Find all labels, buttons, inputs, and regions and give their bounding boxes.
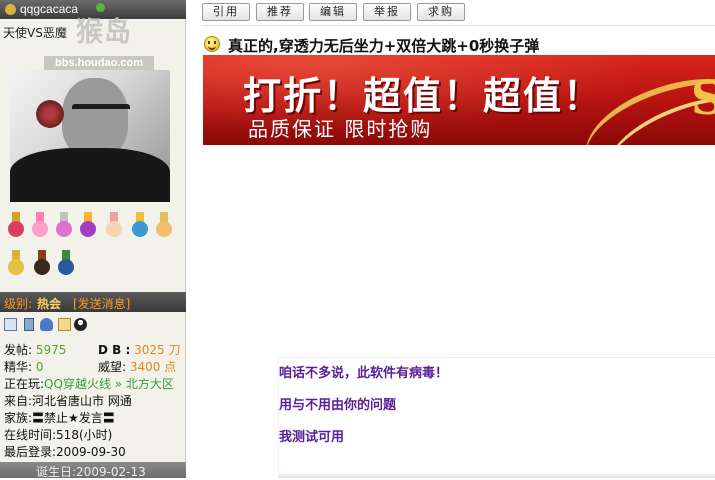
rank-value: 热会 [37,297,62,311]
location-stat: 来自:河北省唐山市 网通 [4,394,132,408]
post-title: 真正的,穿透力无后坐力+双倍大跳+0秒换子弹 [228,37,540,55]
medal-icon[interactable] [104,212,124,238]
birthday-bar: 诞生日:2009-02-13 [0,462,186,479]
post-content-edge [278,472,715,478]
user-profile-panel: qqgcacaca 猴岛 bbs.houdao.com 天使VS恶魔 级别: 热… [0,0,186,479]
playing-stat: 正在玩:QQ穿越火线 » 北方大区 [4,377,174,391]
medal-icon[interactable] [30,212,50,238]
phone-icon[interactable] [24,318,34,331]
edit-button[interactable]: 编辑 [309,3,357,21]
report-button[interactable]: 举报 [363,3,411,21]
medal-icon[interactable] [6,250,26,276]
rank-label: 级别: [4,297,33,311]
birthday: 诞生日:2009-02-13 [36,465,146,479]
db-stat: D B : 3025 刀 [98,343,181,357]
watermark-url: bbs.houdao.com [44,56,154,71]
content-line: 用与不用由你的问题 [279,398,397,413]
user-nickname: 天使VS恶魔 [3,26,67,40]
prestige-stat: 威望: 3400 点 [98,360,177,374]
send-message-link[interactable]: [发送消息] [73,295,130,312]
posts-stat: 发帖: 5975 [4,343,67,357]
medal-icon[interactable] [32,250,52,276]
profile-card-icon[interactable] [4,318,17,331]
qq-icon[interactable] [74,318,87,331]
medal-icon[interactable] [54,212,74,238]
banner-subline: 品质保证 限时抢购 [248,117,433,141]
content-line: 我测试可用 [279,430,345,445]
elite-stat: 精华: 0 [4,360,44,374]
banner-headline: 打折！超值！超值！ [243,74,604,118]
watermark-logo: 猴岛 [76,17,132,48]
playing-game-link[interactable]: QQ穿越火线 » 北方大区 [44,377,174,391]
medal-icon[interactable] [56,250,76,276]
medal-icon[interactable] [154,212,174,238]
quote-button[interactable]: 引用 [202,3,250,21]
online-status-icon [5,4,16,15]
medal-icon[interactable] [130,212,150,238]
email-icon[interactable] [58,318,71,331]
content-line: 咱话不多说，此软件有病毒！ [279,366,449,381]
last-login-stat: 最后登录:2009-09-30 [4,445,126,459]
ad-banner[interactable]: 打折！超值！超值！ 品质保证 限时抢购 S [203,55,715,145]
banner-letter: S [691,71,715,125]
medal-icon[interactable] [78,212,98,238]
avatar[interactable] [10,70,170,202]
clan-stat: 家族:〓禁止★发言〓 [4,411,115,425]
medal-icon[interactable] [6,212,26,238]
buy-button[interactable]: 求购 [417,3,465,21]
toolbar-divider [202,25,715,26]
online-time-stat: 在线时间:518(小时) [4,428,113,442]
user-add-icon[interactable] [40,318,53,331]
recommend-button[interactable]: 推荐 [256,3,304,21]
rank-bar: 级别: 热会 [发送消息] [0,292,186,312]
